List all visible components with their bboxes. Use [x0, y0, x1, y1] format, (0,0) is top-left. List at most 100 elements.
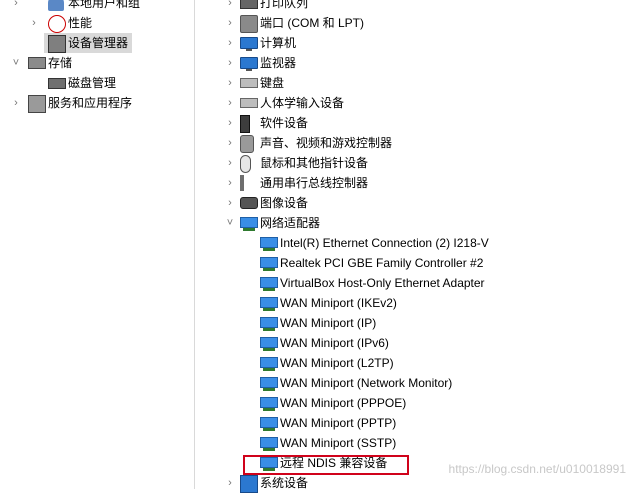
device-category-hid[interactable]: › 人体学输入设备 — [196, 93, 634, 113]
device-manager-icon — [48, 35, 66, 53]
device-category-ports[interactable]: › 端口 (COM 和 LPT) — [196, 13, 634, 33]
device-label: 打印队列 — [260, 0, 309, 10]
network-card-icon — [260, 277, 278, 291]
computer-icon — [240, 37, 258, 51]
network-card-icon — [260, 397, 278, 411]
device-category-sound-video-game[interactable]: › 声音、视频和游戏控制器 — [196, 133, 634, 153]
device-category-usb-controllers[interactable]: › 通用串行总线控制器 — [196, 173, 634, 193]
device-label: WAN Miniport (IPv6) — [280, 336, 389, 350]
device-category-computer[interactable]: › 计算机 — [196, 33, 634, 53]
hid-icon — [240, 98, 258, 108]
device-label: 声音、视频和游戏控制器 — [260, 136, 393, 150]
device-label: 软件设备 — [260, 116, 309, 130]
chevron-right-icon[interactable]: › — [224, 33, 236, 53]
network-card-icon — [260, 377, 278, 391]
chevron-right-icon[interactable]: › — [224, 173, 236, 193]
device-item[interactable]: WAN Miniport (PPTP) — [196, 413, 634, 433]
device-label: 鼠标和其他指针设备 — [260, 156, 369, 170]
device-item[interactable]: Intel(R) Ethernet Connection (2) I218-V — [196, 233, 634, 253]
mouse-icon — [240, 155, 251, 173]
device-item[interactable]: Realtek PCI GBE Family Controller #2 — [196, 253, 634, 273]
device-item[interactable]: WAN Miniport (Network Monitor) — [196, 373, 634, 393]
network-card-icon — [260, 337, 278, 351]
chevron-right-icon[interactable]: › — [224, 13, 236, 33]
chevron-right-icon[interactable]: › — [224, 133, 236, 153]
device-label: 键盘 — [260, 76, 285, 90]
network-card-icon — [260, 317, 278, 331]
device-label: WAN Miniport (PPTP) — [280, 416, 397, 430]
chevron-right-icon[interactable]: › — [224, 113, 236, 133]
device-item[interactable]: WAN Miniport (IKEv2) — [196, 293, 634, 313]
device-item[interactable]: WAN Miniport (IPv6) — [196, 333, 634, 353]
sound-icon — [240, 135, 254, 153]
device-category-mice[interactable]: › 鼠标和其他指针设备 — [196, 153, 634, 173]
tree-item-label: 存储 — [48, 56, 73, 70]
chevron-right-icon[interactable]: › — [224, 153, 236, 173]
watermark-text: https://blog.csdn.net/u010018991 — [448, 462, 626, 476]
tree-item-label: 服务和应用程序 — [48, 96, 133, 110]
port-icon — [240, 15, 258, 33]
device-category-imaging[interactable]: › 图像设备 — [196, 193, 634, 213]
device-label: VirtualBox Host-Only Ethernet Adapter — [280, 276, 485, 290]
device-label: 系统设备 — [260, 476, 309, 490]
monitor-icon — [240, 57, 258, 71]
tree-item-label: 性能 — [68, 16, 93, 30]
tree-item-services-applications[interactable]: › 服务和应用程序 — [0, 93, 194, 113]
chevron-right-icon[interactable]: › — [224, 93, 236, 113]
device-item[interactable]: WAN Miniport (L2TP) — [196, 353, 634, 373]
device-tree-pane: › 打印队列 › 端口 (COM 和 LPT) › 计算机 › 监视器 › 键盘… — [196, 0, 634, 493]
chevron-right-icon[interactable]: › — [224, 53, 236, 73]
device-category-network-adapters[interactable]: ˅ 网络适配器 — [196, 213, 634, 233]
device-label: 网络适配器 — [260, 216, 321, 230]
usb-icon — [240, 175, 244, 191]
network-card-icon — [260, 437, 278, 451]
camera-icon — [240, 197, 258, 209]
services-icon — [28, 95, 46, 113]
system-device-icon — [240, 475, 258, 493]
chevron-right-icon[interactable]: › — [10, 0, 22, 13]
device-label: 通用串行总线控制器 — [260, 176, 369, 190]
device-category-print-queues[interactable]: › 打印队列 — [196, 0, 634, 13]
chevron-right-icon[interactable]: › — [224, 0, 236, 13]
device-item[interactable]: WAN Miniport (IP) — [196, 313, 634, 333]
network-card-icon — [260, 257, 278, 271]
console-tree-pane: › 本地用户和组 › 性能 设备管理器 ˅ 存储 磁盘管理 › 服务和应用程序 — [0, 0, 194, 489]
chevron-right-icon[interactable]: › — [28, 13, 40, 33]
chevron-right-icon[interactable]: › — [224, 473, 236, 493]
chevron-down-icon[interactable]: ˅ — [224, 213, 236, 233]
printer-icon — [240, 0, 258, 9]
device-label: WAN Miniport (IKEv2) — [280, 296, 397, 310]
device-label: WAN Miniport (Network Monitor) — [280, 376, 453, 390]
device-label: WAN Miniport (PPPOE) — [280, 396, 407, 410]
network-card-icon — [260, 297, 278, 311]
device-category-monitors[interactable]: › 监视器 — [196, 53, 634, 73]
device-item[interactable]: VirtualBox Host-Only Ethernet Adapter — [196, 273, 634, 293]
tree-item-label: 本地用户和组 — [68, 0, 141, 10]
chevron-right-icon[interactable]: › — [10, 93, 22, 113]
device-category-software-devices[interactable]: › 软件设备 — [196, 113, 634, 133]
device-label: 图像设备 — [260, 196, 309, 210]
device-label: Intel(R) Ethernet Connection (2) I218-V — [280, 236, 489, 250]
pane-divider[interactable] — [194, 0, 195, 489]
device-label: WAN Miniport (SSTP) — [280, 436, 397, 450]
users-icon — [48, 0, 64, 11]
tree-item-local-users-groups[interactable]: › 本地用户和组 — [0, 0, 194, 13]
device-item[interactable]: WAN Miniport (PPPOE) — [196, 393, 634, 413]
device-label: WAN Miniport (L2TP) — [280, 356, 394, 370]
chevron-right-icon[interactable]: › — [224, 193, 236, 213]
device-label: 监视器 — [260, 56, 297, 70]
device-category-system-devices[interactable]: › 系统设备 — [196, 473, 634, 493]
storage-icon — [28, 57, 46, 69]
tree-item-performance[interactable]: › 性能 — [0, 13, 194, 33]
tree-item-device-manager[interactable]: 设备管理器 — [44, 33, 132, 53]
chevron-right-icon[interactable]: › — [224, 73, 236, 93]
network-card-icon — [260, 237, 278, 251]
chevron-down-icon[interactable]: ˅ — [10, 53, 22, 73]
tree-item-disk-management[interactable]: 磁盘管理 — [0, 73, 194, 93]
disk-management-icon — [48, 78, 66, 89]
network-adapter-icon — [240, 217, 258, 231]
performance-icon — [48, 15, 66, 33]
device-item[interactable]: WAN Miniport (SSTP) — [196, 433, 634, 453]
tree-item-storage[interactable]: ˅ 存储 — [0, 53, 194, 73]
device-category-keyboards[interactable]: › 键盘 — [196, 73, 634, 93]
